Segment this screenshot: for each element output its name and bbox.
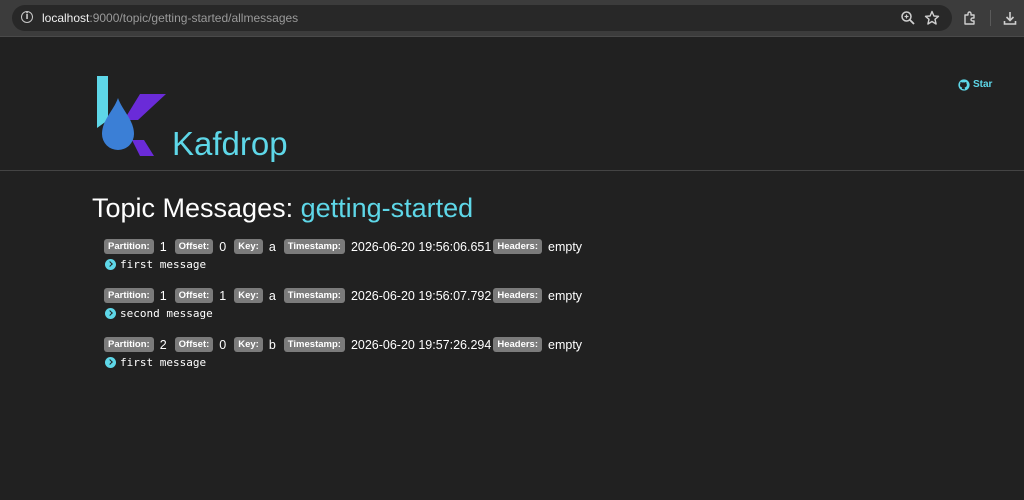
expand-chevron-icon[interactable]: [105, 258, 116, 270]
url-path: :9000/topic/getting-started/allmessages: [89, 11, 299, 25]
key-value: b: [268, 337, 276, 352]
offset-badge: Offset:: [174, 337, 214, 352]
message-item: Partition: 1 Offset: 0 Key: a Timestamp:…: [104, 238, 590, 287]
headers-value: empty: [548, 337, 583, 352]
message-item: Partition: 2 Offset: 0 Key: b Timestamp:…: [104, 336, 590, 385]
message-value: first message: [120, 355, 207, 369]
download-icon[interactable]: [1002, 10, 1018, 26]
headers-badge: Headers:: [493, 288, 543, 303]
timestamp-badge: Timestamp:: [283, 288, 345, 303]
timestamp-value: 2026-06-20 19:56:07.792: [350, 288, 492, 303]
topic-name: getting-started: [300, 193, 474, 223]
key-value: a: [268, 239, 276, 254]
headers-value: empty: [548, 239, 583, 254]
partition-badge: Partition:: [104, 239, 154, 254]
message-meta: Partition: 1 Offset: 1 Key: a Timestamp:…: [104, 287, 590, 304]
page-title-prefix: Topic Messages:: [92, 193, 301, 223]
partition-value: 1: [159, 288, 167, 303]
extensions-icon[interactable]: [962, 10, 978, 26]
message-list: Partition: 1 Offset: 0 Key: a Timestamp:…: [104, 238, 590, 385]
message-meta: Partition: 2 Offset: 0 Key: b Timestamp:…: [104, 336, 590, 353]
offset-badge: Offset:: [174, 288, 214, 303]
expand-chevron-icon[interactable]: [105, 307, 116, 319]
message-body[interactable]: first message: [104, 353, 590, 371]
offset-badge: Offset:: [174, 239, 214, 254]
page-title: Topic Messages: getting-started: [92, 190, 473, 226]
message-item: Partition: 1 Offset: 1 Key: a Timestamp:…: [104, 287, 590, 336]
offset-value: 1: [219, 288, 227, 303]
headers-badge: Headers:: [493, 239, 543, 254]
address-bar[interactable]: i localhost:9000/topic/getting-started/a…: [12, 5, 952, 31]
key-badge: Key:: [234, 288, 263, 303]
timestamp-badge: Timestamp:: [283, 337, 345, 352]
key-badge: Key:: [234, 239, 263, 254]
zoom-icon[interactable]: [900, 10, 916, 26]
url-text[interactable]: localhost:9000/topic/getting-started/all…: [42, 10, 298, 26]
github-star-button[interactable]: Star: [958, 78, 992, 92]
message-value: first message: [120, 257, 207, 271]
toolbar-divider: [990, 10, 991, 26]
expand-chevron-icon[interactable]: [105, 356, 116, 368]
bookmark-star-icon[interactable]: [924, 10, 940, 26]
key-badge: Key:: [234, 337, 263, 352]
key-value: a: [268, 288, 276, 303]
star-label: Star: [973, 79, 993, 90]
partition-value: 1: [159, 239, 167, 254]
partition-value: 2: [159, 337, 167, 352]
message-body[interactable]: first message: [104, 255, 590, 273]
github-icon: [958, 79, 970, 91]
offset-value: 0: [219, 239, 227, 254]
timestamp-badge: Timestamp:: [283, 239, 345, 254]
headers-badge: Headers:: [493, 337, 543, 352]
timestamp-value: 2026-06-20 19:57:26.294: [350, 337, 492, 352]
brand-name[interactable]: Kafdrop: [172, 124, 288, 164]
kafdrop-logo[interactable]: [96, 76, 168, 158]
header-divider: [0, 170, 1024, 171]
headers-value: empty: [548, 288, 583, 303]
offset-value: 0: [219, 337, 227, 352]
site-info-icon[interactable]: i: [21, 11, 33, 23]
message-body[interactable]: second message: [104, 304, 590, 322]
url-host: localhost: [42, 11, 90, 25]
partition-badge: Partition:: [104, 337, 154, 352]
message-meta: Partition: 1 Offset: 0 Key: a Timestamp:…: [104, 238, 590, 255]
timestamp-value: 2026-06-20 19:56:06.651: [350, 239, 492, 254]
partition-badge: Partition:: [104, 288, 154, 303]
browser-toolbar: i localhost:9000/topic/getting-started/a…: [0, 0, 1024, 37]
message-value: second message: [120, 306, 213, 320]
